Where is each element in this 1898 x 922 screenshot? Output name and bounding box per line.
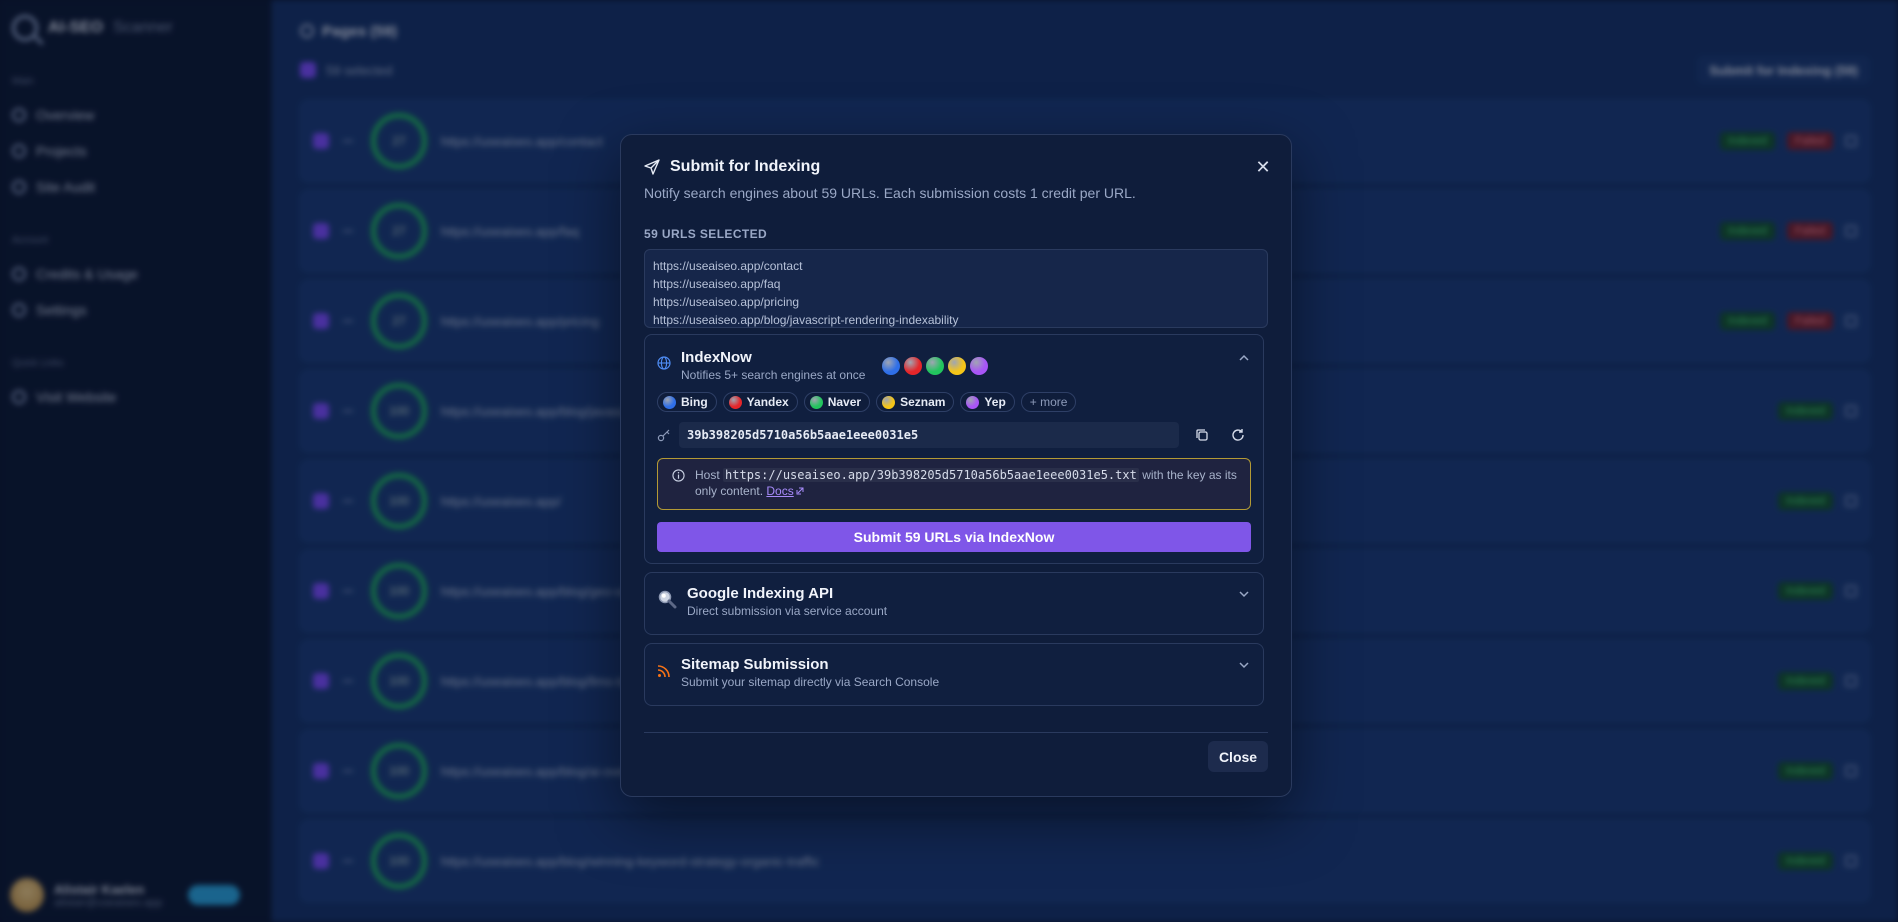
engine-chips: Bing Yandex Naver Seznam Yep + more	[645, 392, 1263, 412]
send-icon	[644, 159, 660, 175]
engine-label: Naver	[827, 395, 862, 409]
modal-footer-divider	[644, 732, 1268, 733]
modal-header: Submit for Indexing	[644, 157, 1268, 177]
sitemap-submission-panel[interactable]: Sitemap Submission Submit your sitemap d…	[644, 643, 1264, 706]
engine-dot-icon	[728, 395, 742, 409]
note-prefix: Host	[695, 468, 720, 482]
indexnow-subtitle: Notifies 5+ search engines at once	[681, 368, 866, 382]
google-indexing-subtitle: Direct submission via service account	[687, 604, 888, 618]
engine-chip: Yandex	[722, 392, 798, 412]
magnifier-icon	[658, 590, 677, 609]
engine-chip: Seznam	[876, 392, 955, 412]
modal-description: Notify search engines about 59 URLs. Eac…	[644, 185, 1136, 201]
chevron-up-icon[interactable]	[1237, 351, 1251, 365]
copy-icon	[1196, 429, 1208, 441]
engine-dot-icon	[904, 357, 923, 375]
url-line: https://useaiseo.app/blog/javascript-ren…	[653, 313, 959, 327]
indexnow-panel: IndexNow Notifies 5+ search engines at o…	[644, 334, 1264, 564]
engine-label: Seznam	[900, 395, 946, 409]
api-key-field[interactable]: 39b398205d5710a56b5aae1eee0031e5	[679, 422, 1179, 448]
chevron-down-icon[interactable]	[1237, 587, 1251, 601]
docs-link-label: Docs	[766, 484, 794, 498]
engine-chip: Naver	[803, 392, 871, 412]
url-line: https://useaiseo.app/contact	[653, 259, 803, 273]
engine-label: Yep	[984, 395, 1006, 409]
google-indexing-panel[interactable]: Google Indexing API Direct submission vi…	[644, 572, 1264, 635]
close-icon[interactable]: ✕	[1253, 157, 1273, 177]
more-engines-chip[interactable]: + more	[1020, 392, 1077, 412]
engine-chip: Bing	[657, 392, 717, 412]
engine-dots	[882, 357, 989, 375]
engine-label: Bing	[681, 395, 708, 409]
key-icon	[657, 429, 670, 442]
url-line: https://useaiseo.app/pricing	[653, 295, 800, 309]
engine-dot-icon	[966, 395, 980, 409]
submit-indexnow-button[interactable]: Submit 59 URLs via IndexNow	[657, 522, 1251, 552]
sitemap-title: Sitemap Submission	[681, 656, 829, 673]
engine-dot-icon	[809, 395, 823, 409]
copy-key-button[interactable]	[1191, 424, 1213, 446]
external-link-icon	[796, 487, 804, 495]
docs-link[interactable]: Docs	[766, 484, 804, 498]
indexnow-header[interactable]: IndexNow Notifies 5+ search engines at o…	[645, 335, 1263, 382]
google-indexing-title: Google Indexing API	[687, 585, 834, 602]
indexnow-title: IndexNow	[681, 349, 752, 366]
engine-chip: Yep	[960, 392, 1015, 412]
engine-dot-icon	[882, 395, 896, 409]
url-line: https://useaiseo.app/faq	[653, 277, 781, 291]
urls-selected-label: 59 URLS SELECTED	[644, 227, 768, 241]
key-file-url: https://useaiseo.app/39b398205d5710a56b5…	[723, 468, 1139, 482]
refresh-icon	[1232, 429, 1244, 441]
modal-title: Submit for Indexing	[670, 158, 821, 175]
sitemap-subtitle: Submit your sitemap directly via Search …	[681, 675, 940, 689]
engine-dot-icon	[663, 395, 676, 409]
regenerate-key-button[interactable]	[1227, 424, 1249, 446]
submit-indexing-modal: Submit for Indexing ✕ Notify search engi…	[620, 134, 1292, 797]
globe-icon	[657, 356, 671, 370]
urls-textarea[interactable]: https://useaiseo.app/contact https://use…	[644, 249, 1268, 328]
engine-dot-icon	[948, 357, 967, 375]
google-indexing-header[interactable]: Google Indexing API Direct submission vi…	[645, 573, 1263, 618]
engine-dot-icon	[882, 357, 901, 375]
close-button[interactable]: Close	[1208, 741, 1268, 772]
info-icon	[672, 469, 685, 482]
chevron-down-icon[interactable]	[1237, 658, 1251, 672]
host-key-note: Host https://useaiseo.app/39b398205d5710…	[657, 458, 1251, 510]
sitemap-submission-header[interactable]: Sitemap Submission Submit your sitemap d…	[645, 644, 1263, 689]
engine-label: Yandex	[746, 395, 789, 409]
rss-icon	[657, 665, 670, 678]
engine-dot-icon	[970, 357, 989, 375]
engine-dot-icon	[926, 357, 945, 375]
api-key-row: 39b398205d5710a56b5aae1eee0031e5	[645, 422, 1263, 448]
